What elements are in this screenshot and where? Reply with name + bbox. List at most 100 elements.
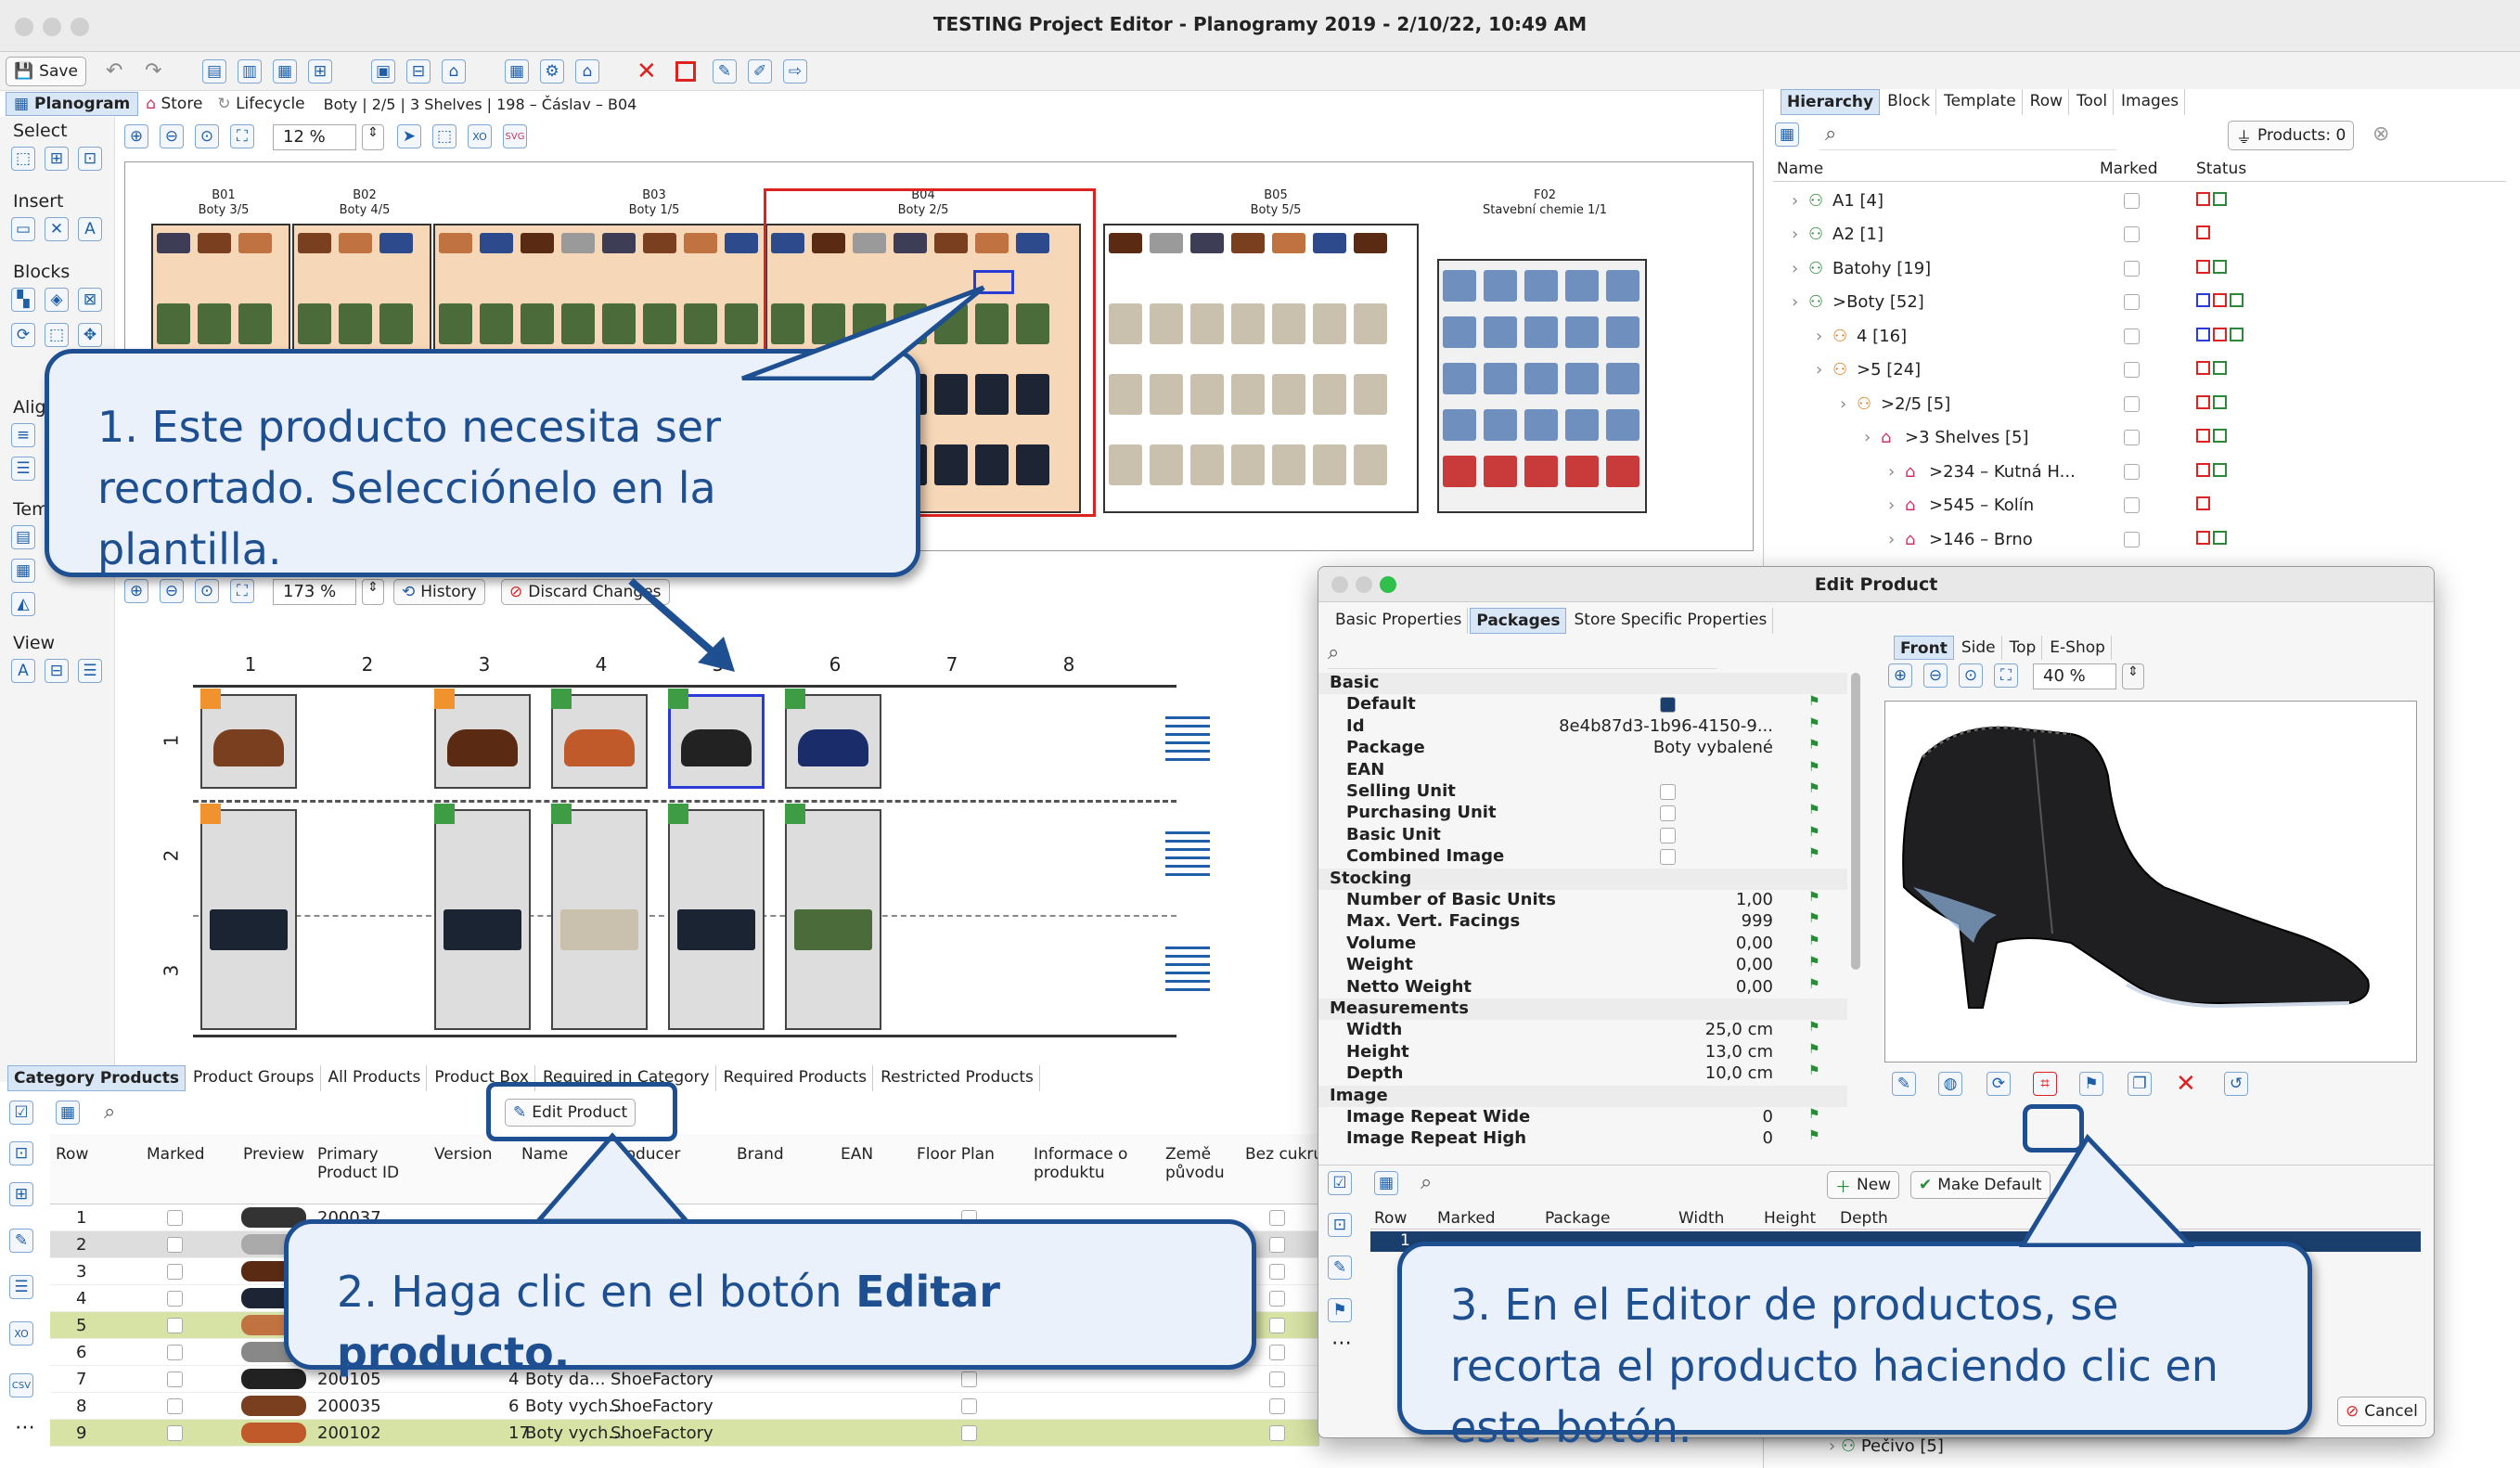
table-tool-icon-1[interactable]: ⊡ (9, 1141, 33, 1165)
shelf-product-block[interactable] (1231, 374, 1265, 415)
detail-zoom-extent-icon[interactable]: ⛶ (230, 579, 254, 603)
zoom-field-bottom[interactable]: 173 % (273, 579, 356, 605)
table-tool-icon-5[interactable]: XO (9, 1321, 33, 1346)
property-checkbox[interactable] (1660, 784, 1676, 800)
align-icon-1[interactable]: ≡ (11, 423, 35, 447)
shelf-product-block[interactable] (1150, 444, 1183, 485)
property-row[interactable]: Selling Unit ⚑ (1318, 781, 1847, 803)
pkg-tool-icon-3[interactable]: ⚑ (1328, 1298, 1352, 1322)
row-checkbox[interactable] (167, 1290, 183, 1307)
shelf-product-block[interactable] (1354, 374, 1387, 415)
shelf-product-block[interactable] (1484, 363, 1517, 394)
shelf-product-block[interactable] (1484, 316, 1517, 348)
shelf-product-block[interactable] (643, 303, 676, 344)
property-action-icon[interactable]: ⚑ (1808, 1020, 1820, 1035)
shelf-product-block[interactable] (812, 233, 845, 253)
image-tag-icon[interactable]: ⚑ (2079, 1072, 2103, 1096)
bottom-tab[interactable]: Category Products (7, 1065, 186, 1091)
shelf-product-block[interactable] (198, 303, 231, 344)
property-row[interactable]: Number of Basic Units 1,00 ⚑ (1318, 890, 1847, 911)
property-action-icon[interactable]: ⚑ (1808, 760, 1820, 775)
row-floorplan-check[interactable] (961, 1371, 977, 1387)
select-area-icon[interactable]: ⬚ (432, 124, 456, 148)
property-row[interactable]: Combined Image ⚑ (1318, 846, 1847, 868)
pkg-tool-icon-1[interactable]: ⊡ (1328, 1213, 1352, 1237)
table-row[interactable]: 9 200102 17 Boty vych... ShoeFactory (50, 1420, 1319, 1447)
shelf-product-block[interactable] (684, 233, 717, 253)
shelf-product-block[interactable] (1443, 270, 1476, 302)
pkg-tool-icon-2[interactable]: ✎ (1328, 1256, 1352, 1280)
table-column-header[interactable]: Brand (737, 1145, 829, 1164)
hierarchy-tab[interactable]: Block (1882, 89, 1937, 115)
pointer-icon[interactable]: ➤ (397, 124, 421, 148)
shelf-product-block[interactable] (1354, 233, 1387, 253)
shelf-product-block[interactable] (1016, 444, 1049, 485)
hierarchy-tab[interactable]: Tool (2071, 89, 2115, 115)
shelf-product-block[interactable] (379, 303, 413, 344)
detail-zoom-out-icon[interactable]: ⊖ (160, 579, 184, 603)
tool-icon[interactable]: ✎ (713, 59, 737, 84)
tab-store[interactable]: ⌂ Store (138, 93, 210, 115)
tree-item[interactable]: › ⌂ >545 – Kolín (1773, 489, 2506, 522)
image-zoom-field[interactable]: 40 % (2033, 663, 2116, 689)
property-action-icon[interactable]: ⚑ (1808, 1042, 1820, 1057)
row-checkbox[interactable] (167, 1236, 183, 1253)
insert-text-icon[interactable]: A (78, 217, 102, 241)
block-icon-1[interactable]: ▚ (11, 288, 35, 312)
bottom-tab[interactable]: Required Products (718, 1065, 874, 1091)
property-checkbox[interactable] (1660, 827, 1676, 843)
layout-icon-3[interactable]: ▦ (273, 59, 297, 84)
package-column-header[interactable]: Row (1374, 1209, 1407, 1228)
tree-marked-checkbox[interactable] (2124, 463, 2140, 480)
products-search-icon[interactable]: ⌕ (104, 1101, 115, 1124)
property-action-icon[interactable]: ⚑ (1808, 846, 1820, 861)
shelf-product-block[interactable] (157, 303, 190, 344)
property-row[interactable]: Basic Unit ⚑ (1318, 825, 1847, 846)
row-bezcukru-check[interactable] (1269, 1263, 1285, 1280)
row-bezcukru-check[interactable] (1269, 1290, 1285, 1307)
tree-item[interactable]: › ⚇ Batohy [19] (1773, 251, 2506, 285)
tree-marked-checkbox[interactable] (2124, 260, 2140, 277)
products-check-icon[interactable]: ☑ (9, 1101, 33, 1125)
packages-check-icon[interactable]: ☑ (1328, 1171, 1352, 1195)
shelf-product-block[interactable] (1190, 374, 1224, 415)
row-checkbox[interactable] (167, 1209, 183, 1226)
property-row[interactable]: Width 25,0 cm ⚑ (1318, 1020, 1847, 1041)
shelf-product-block[interactable] (1272, 303, 1305, 344)
shelf-product-block[interactable] (975, 444, 1009, 485)
package-column-header[interactable]: Package (1545, 1209, 1610, 1228)
tree-item[interactable]: › ⚇ A2 [1] (1773, 218, 2506, 251)
property-action-icon[interactable]: ⚑ (1808, 694, 1820, 709)
shelf-product-block[interactable] (1190, 233, 1224, 253)
package-column-header[interactable]: Depth (1840, 1209, 1888, 1228)
shelf-product-block[interactable] (1150, 374, 1183, 415)
image-copy-icon[interactable]: ❐ (2128, 1072, 2152, 1096)
zoom-field-top[interactable]: 12 % (273, 124, 356, 150)
view-icon-c[interactable]: ☰ (78, 659, 102, 683)
property-row[interactable]: Netto Weight 0,00 ⚑ (1318, 977, 1847, 998)
row-bezcukru-check[interactable] (1269, 1236, 1285, 1253)
tree-marked-checkbox[interactable] (2124, 328, 2140, 344)
shelf-product-block[interactable] (1565, 270, 1599, 302)
shelf-product-block[interactable] (339, 303, 372, 344)
shelf-product-block[interactable] (1443, 456, 1476, 487)
shelf-product-block[interactable] (1524, 270, 1558, 302)
home-icon[interactable]: ⌂ (442, 59, 466, 84)
tree-marked-checkbox[interactable] (2124, 192, 2140, 209)
props-search[interactable]: ⌕ (1328, 641, 1717, 669)
insert-xo-icon[interactable]: ✕ (45, 217, 69, 241)
table-tool-icon-2[interactable]: ⊞ (9, 1182, 33, 1206)
more-icon[interactable]: ⋯ (15, 1416, 35, 1439)
shelf-product-block[interactable] (1313, 303, 1346, 344)
shelf-product-block[interactable] (521, 233, 554, 253)
shelf-product-block[interactable] (1524, 456, 1558, 487)
shelf-product-block[interactable] (1272, 233, 1305, 253)
package-column-header[interactable]: Width (1678, 1209, 1724, 1228)
shelf-product-block[interactable] (1565, 316, 1599, 348)
shelf-product-block[interactable] (602, 233, 636, 253)
new-package-button[interactable]: ＋ New (1827, 1171, 1900, 1199)
shelf-product-block[interactable] (853, 233, 886, 253)
property-row[interactable]: Default ⚑ (1318, 694, 1847, 715)
shelf-product-block[interactable] (1231, 233, 1265, 253)
history-button[interactable]: ⟲ History (393, 579, 485, 605)
